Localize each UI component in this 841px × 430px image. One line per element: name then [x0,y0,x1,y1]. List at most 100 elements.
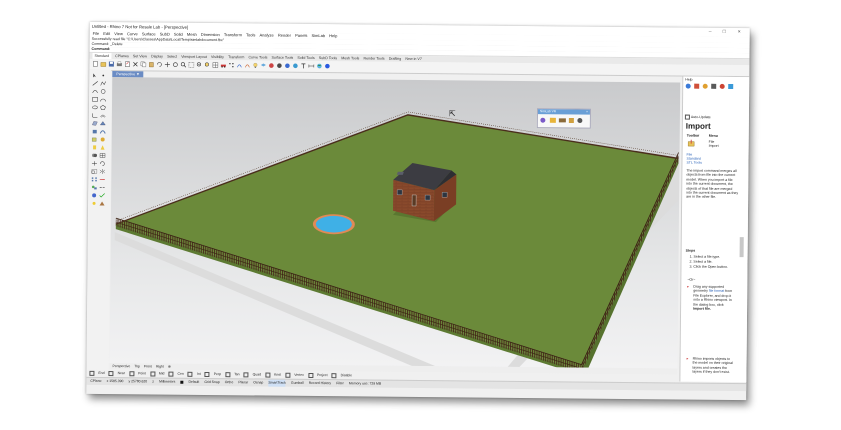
perspective-viewport[interactable] [109,77,681,399]
layer-icon[interactable] [260,62,266,68]
tab-top[interactable]: Top [134,363,140,369]
help-scrollbar-thumb[interactable] [739,237,744,258]
osnap-tan[interactable]: Tan [225,371,240,377]
status-planar[interactable]: Planar [238,379,248,386]
toolbar-link-stl-tools[interactable]: STL Tools [686,161,701,165]
render-icon[interactable] [276,63,282,69]
mirror-icon[interactable] [99,168,106,174]
cone-icon[interactable] [100,145,106,150]
fillet-icon[interactable] [92,113,98,118]
check-icon[interactable] [99,193,105,198]
box-icon[interactable] [92,137,98,142]
materials-panel-icon[interactable] [719,83,725,89]
move-icon[interactable] [91,161,97,166]
circle-icon[interactable] [100,89,106,94]
osnap-project[interactable]: Project [307,372,328,378]
status-filter[interactable]: Filter [336,380,344,387]
analyze-icon[interactable] [91,193,97,198]
ellipse-icon[interactable] [92,105,98,110]
status-layer[interactable]: Default [180,379,199,386]
close-button[interactable]: × [738,29,741,35]
osnap-near[interactable]: Near [108,370,125,376]
undo-icon[interactable] [156,61,162,67]
points-on-icon[interactable] [236,62,242,68]
rectangle-icon[interactable] [92,97,98,102]
arc-icon[interactable] [100,97,106,102]
select-points-icon[interactable] [228,62,234,68]
boolean-icon[interactable] [91,153,98,158]
print-icon[interactable] [116,61,122,67]
status-units[interactable]: Millimeters [159,379,175,386]
osnap-int[interactable]: Int [187,371,201,377]
sphere-icon[interactable] [100,137,106,142]
line-icon[interactable] [92,81,98,86]
osnap-cen[interactable]: Cen [168,371,184,377]
scale-icon[interactable] [91,169,98,174]
scene-icon[interactable] [558,118,566,123]
zoom-selected-icon[interactable] [204,62,210,68]
rotate-icon[interactable] [99,161,105,166]
car-icon[interactable] [220,62,226,68]
settings-gear-icon[interactable] [577,118,583,124]
osnap-end[interactable]: End [89,370,104,376]
hand-icon[interactable] [549,117,556,123]
save-icon[interactable] [108,61,114,67]
osnap-vertex[interactable]: Vertex [285,372,304,378]
shaded-sphere-icon[interactable] [284,63,290,69]
mesh-icon[interactable] [99,153,106,158]
dimension-icon[interactable] [308,63,315,69]
globe-icon[interactable] [316,63,322,69]
offset-icon[interactable] [100,113,106,118]
viewport-layout-icon[interactable] [212,62,219,68]
properties-panel-icon[interactable] [685,83,691,89]
edit-points-icon[interactable] [244,62,250,68]
osnap-knot[interactable]: Knot [265,372,281,378]
zoom-window-icon[interactable] [188,62,195,68]
rotate-view-icon[interactable] [172,62,178,68]
layers-panel-icon[interactable] [694,83,700,89]
text-icon[interactable] [300,63,306,69]
import-file-icon[interactable] [687,139,695,147]
copy-icon[interactable] [140,61,147,68]
osnap-disable[interactable]: Disable [331,372,352,378]
osnap-mid[interactable]: Mid [149,370,165,377]
array-icon[interactable] [91,177,97,182]
auto-update-checkbox[interactable]: Auto-Update [684,114,711,120]
new-file-icon[interactable] [92,61,98,67]
status-record-history[interactable]: Record History [309,380,331,387]
open-folder-icon[interactable] [100,61,107,67]
tab-perspective[interactable]: Perspective [112,363,130,369]
zoom-extents-icon[interactable] [196,62,202,68]
status-smarttrack[interactable]: SmartTrack [268,379,286,387]
select-arrow-icon[interactable] [92,73,98,78]
simlab-vr-panel[interactable]: SimLab VR × [536,108,591,129]
status-osnap[interactable]: Osnap [253,379,263,386]
render-panel-icon[interactable] [702,83,708,89]
paste-icon[interactable] [148,61,154,68]
osnap-point[interactable]: Point [129,370,146,376]
loft-icon[interactable] [100,121,106,126]
status-grid-snap[interactable]: Grid Snap [204,379,219,386]
sweep-icon[interactable] [99,129,106,134]
viewport-menu-arrow[interactable]: ▼ [136,72,140,76]
minimize-button[interactable]: – [709,29,712,35]
status-cplane[interactable]: CPlane [90,378,101,385]
osnap-perp[interactable]: Perp [204,371,221,377]
export-icon[interactable] [568,117,574,123]
osnap-quad[interactable]: Quad [243,371,261,377]
split-icon[interactable] [99,185,105,190]
tab-right[interactable]: Right [156,363,164,369]
curve-icon[interactable] [92,89,98,94]
join-icon[interactable] [99,177,105,182]
polyline-icon[interactable] [100,81,106,86]
add-viewport-icon[interactable]: ⊕ [168,364,171,370]
group-icon[interactable] [91,185,97,190]
pan-icon[interactable] [164,62,170,68]
vr-user-icon[interactable] [540,117,546,123]
polygon-icon[interactable] [100,104,106,110]
tab-front[interactable]: Front [144,363,152,369]
status-gumball[interactable]: Gumball [291,380,304,387]
help-panel-icon[interactable] [728,83,734,90]
blue-sphere-icon[interactable] [324,63,330,69]
display-panel-icon[interactable] [711,83,717,89]
